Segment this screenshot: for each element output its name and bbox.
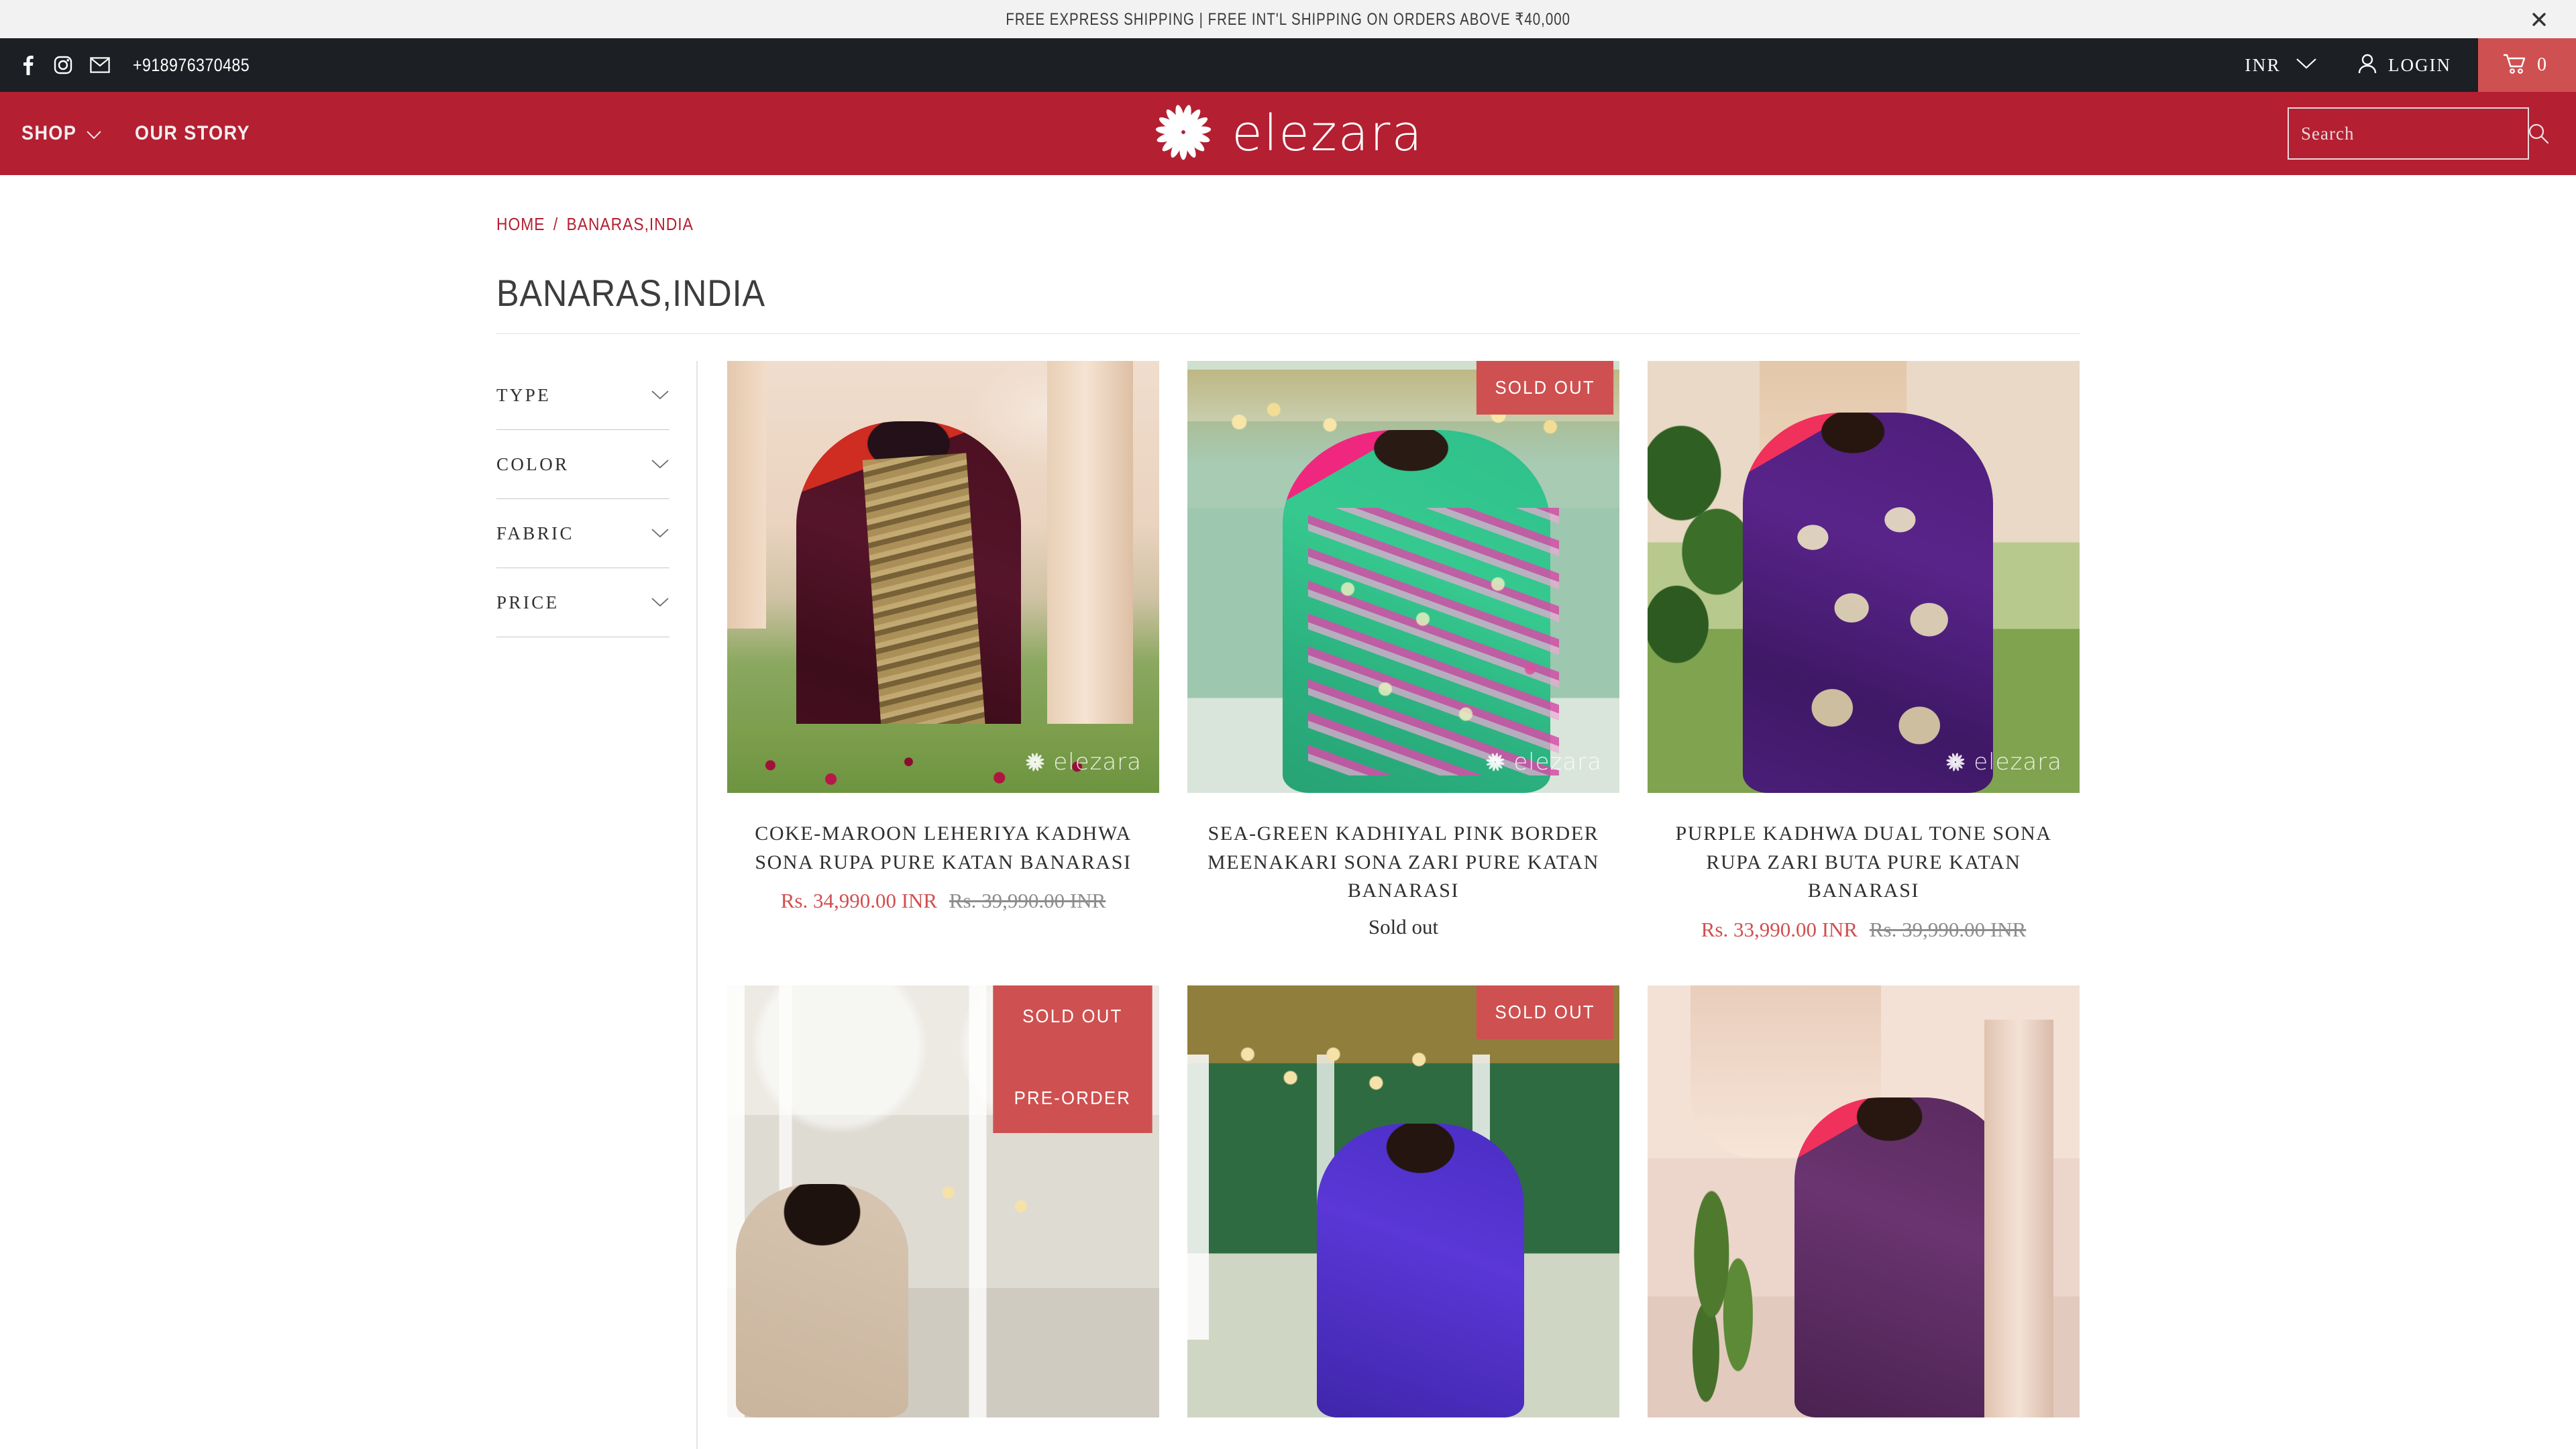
filter-sidebar: TYPE COLOR FABRIC PRICE [496,361,698,1449]
facebook-icon[interactable] [20,55,36,75]
product-title: PURPLE KADHWA DUAL TONE SONA RUPA ZARI B… [1675,822,2052,902]
product-photo [1187,361,1619,793]
image-watermark: elezara [1944,749,2062,775]
product-price-compare: Rs. 39,990.00 INR [949,889,1106,913]
product-badges: SOLD OUT [1470,361,1619,415]
nav-item-shop-label: SHOP [21,122,77,144]
user-icon [2357,53,2377,78]
announcement-text: FREE EXPRESS SHIPPING | FREE INT'L SHIPP… [1006,9,1570,29]
close-icon[interactable] [2528,8,2551,31]
content-container: HOME / BANARAS,INDIA BANARAS,INDIA TYPE … [496,175,2080,1449]
chevron-down-icon [651,528,669,539]
chevron-down-icon [651,459,669,470]
utility-right-group: INR LOGIN 0 [2222,38,2576,92]
product-title: COKE-MAROON LEHERIYA KADHWA SONA RUPA PU… [755,822,1132,873]
image-watermark: elezara [1024,749,1142,775]
product-price-current: Rs. 33,990.00 INR [1701,917,1858,941]
announcement-bar: FREE EXPRESS SHIPPING | FREE INT'L SHIPP… [0,0,2576,38]
filter-price-label: PRICE [496,592,559,612]
product-photo [1648,985,2080,1417]
product-card[interactable]: SOLD OUT PRE-ORDER [727,985,1159,1449]
page-body: HOME / BANARAS,INDIA BANARAS,INDIA TYPE … [0,175,2576,1449]
product-image[interactable] [1648,985,2080,1417]
breadcrumb-current[interactable]: BANARAS,INDIA [566,214,693,235]
product-card[interactable]: elezara COKE-MAROON LEHERIYA KADHWA SONA… [727,361,1159,985]
email-icon[interactable] [90,57,110,73]
product-image[interactable]: elezara [727,361,1159,793]
product-card[interactable] [1648,985,2080,1449]
status-badge-sold-out: SOLD OUT [993,985,1152,1067]
search-icon[interactable] [2525,123,2552,144]
phone-number[interactable]: +918976370485 [133,55,250,76]
filter-price[interactable]: PRICE [496,568,669,637]
breadcrumb: HOME / BANARAS,INDIA [496,175,1890,235]
product-image[interactable]: SOLD OUT [1187,361,1619,793]
product-card[interactable]: SOLD OUT [1187,361,1619,985]
product-price-compare: Rs. 39,990.00 INR [1869,917,2027,941]
logo-wordmark: elezara [1232,105,1424,162]
status-badge-sold-out: SOLD OUT [1476,985,1614,1039]
catalog-layout: TYPE COLOR FABRIC PRICE elezara COKE-MAR… [496,361,2080,1449]
filter-fabric[interactable]: FABRIC [496,499,669,568]
product-image[interactable]: SOLD OUT [1187,985,1619,1417]
status-badge-pre-order: PRE-ORDER [993,1067,1152,1133]
product-badges: SOLD OUT [1470,985,1619,1039]
cart-count: 0 [2537,54,2546,75]
filter-fabric-label: FABRIC [496,523,574,543]
utility-bar: +918976370485 INR LOGIN 0 [0,38,2576,92]
watermark-label: elezara [1513,749,1602,775]
product-photo [1187,985,1619,1417]
watermark-label: elezara [1974,749,2062,775]
product-price: Rs. 33,990.00 INR Rs. 39,990.00 INR [1701,915,2027,945]
nav-item-our-story-label: OUR STORY [135,122,251,144]
product-price-current: Rs. 34,990.00 INR [780,889,938,913]
product-card[interactable]: elezara PURPLE KADHWA DUAL TONE SONA RUP… [1648,361,2080,985]
chevron-down-icon [87,122,102,145]
filter-color-label: COLOR [496,453,570,474]
chevron-down-icon [651,390,669,400]
nav-links: SHOP OUR STORY [0,122,264,145]
title-divider [496,333,2080,334]
product-price: Rs. 34,990.00 INR Rs. 39,990.00 INR [781,886,1106,916]
product-image[interactable]: elezara [1648,361,2080,793]
utility-left-group: +918976370485 [0,38,2222,92]
breadcrumb-home[interactable]: HOME [496,214,545,235]
page-title: BANARAS,INDIA [496,272,766,314]
product-photo [1648,361,2080,793]
product-title: SEA-GREEN KADHIYAL PINK BORDER MEENAKARI… [1208,822,1599,902]
watermark-label: elezara [1053,749,1142,775]
product-badges: SOLD OUT PRE-ORDER [986,985,1159,1133]
status-badge-sold-out: SOLD OUT [1476,361,1614,415]
product-sold-out-text: Sold out [1368,914,1439,938]
product-image[interactable]: SOLD OUT PRE-ORDER [727,985,1159,1417]
instagram-icon[interactable] [54,56,72,74]
product-photo [727,361,1159,793]
search-input[interactable] [2301,123,2525,144]
main-navigation: SHOP OUR STORY elezara Search [0,92,2576,175]
product-card[interactable]: SOLD OUT [1187,985,1619,1449]
elezara-flower-icon [1152,101,1214,166]
login-button[interactable]: LOGIN [2340,38,2478,92]
nav-item-our-story[interactable]: OUR STORY [135,122,250,145]
chevron-down-icon [2296,58,2317,73]
search-box[interactable] [2288,107,2549,160]
site-logo[interactable]: elezara [0,101,2576,166]
cart-button[interactable]: 0 [2478,38,2576,92]
breadcrumb-separator: / [553,214,559,234]
image-watermark: elezara [1484,749,1602,775]
product-grid: elezara COKE-MAROON LEHERIYA KADHWA SONA… [727,361,2080,1449]
nav-item-shop[interactable]: SHOP [21,122,102,145]
filter-color[interactable]: COLOR [496,430,669,499]
filter-type-label: TYPE [496,384,551,405]
currency-label: INR [2245,54,2282,75]
cart-icon [2502,53,2526,78]
chevron-down-icon [651,597,669,608]
login-label: LOGIN [2388,54,2451,75]
currency-selector[interactable]: INR [2222,38,2340,92]
filter-type[interactable]: TYPE [496,361,669,430]
